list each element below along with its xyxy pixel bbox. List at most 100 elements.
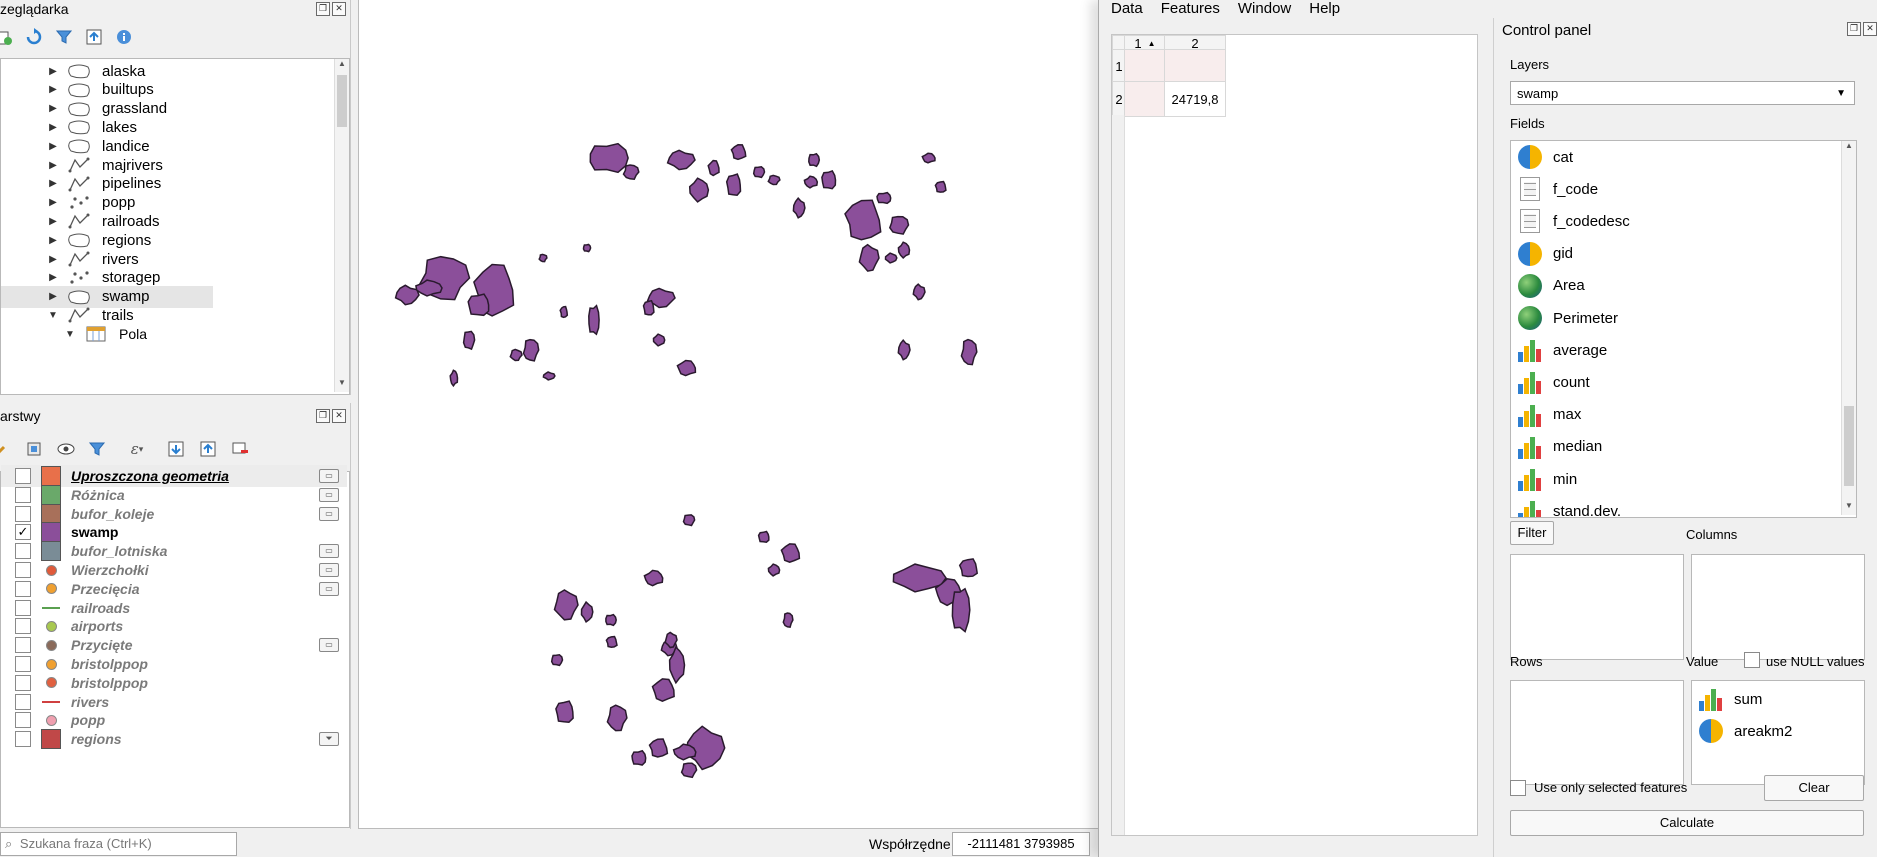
temporary-layer-indicator-icon[interactable]: ▭ [319,638,339,653]
browser-scrollbar[interactable]: ▲ ▼ [334,59,349,392]
filter-button[interactable]: Filter [1510,521,1554,545]
value-item[interactable]: sum [1692,683,1762,715]
collapsed-arrow-icon[interactable]: ▶ [46,254,60,265]
columns-drop-area[interactable] [1691,554,1865,660]
collapsed-arrow-icon[interactable]: ▶ [46,122,60,133]
collapse-all-icon[interactable] [198,439,218,459]
calculate-button[interactable]: Calculate [1510,810,1864,836]
collapsed-arrow-icon[interactable]: ▶ [46,272,60,283]
float-panel-button[interactable]: ❐ [1847,22,1861,36]
table-cell[interactable] [1124,81,1166,117]
collapsed-arrow-icon[interactable]: ▶ [46,197,60,208]
field-item[interactable]: cat [1511,141,1841,173]
refresh-icon[interactable] [24,27,44,47]
scroll-down-icon[interactable]: ▼ [335,378,349,392]
menu-features[interactable]: Features [1161,0,1220,18]
table-cell[interactable] [1164,49,1226,83]
remove-layer-icon[interactable] [230,439,250,459]
layer-visibility-checkbox[interactable] [15,674,31,691]
expanded-arrow-icon[interactable]: ▼ [63,329,77,340]
close-panel-button[interactable]: ✕ [1863,22,1877,36]
properties-info-icon[interactable] [114,27,134,47]
close-panel-button[interactable]: ✕ [332,409,346,423]
layer-visibility-checkbox[interactable] [15,486,31,503]
temporary-layer-indicator-icon[interactable]: ▭ [319,469,339,483]
collapsed-arrow-icon[interactable]: ▶ [46,160,60,171]
scroll-up-icon[interactable]: ▲ [335,59,349,73]
field-item[interactable]: median [1511,431,1841,463]
table-cell[interactable]: 24719,8 [1164,81,1226,117]
collapsed-arrow-icon[interactable]: ▶ [46,103,60,114]
scroll-up-icon[interactable]: ▲ [1842,141,1856,155]
field-item[interactable]: f_code [1511,173,1841,205]
layer-visibility-checkbox[interactable] [15,580,31,597]
scroll-thumb[interactable] [1844,406,1854,486]
temporary-layer-indicator-icon[interactable]: ▭ [319,581,339,596]
temporary-layer-indicator-icon[interactable]: ▭ [319,487,339,502]
field-item[interactable]: f_codedesc [1511,205,1841,237]
layer-visibility-checkbox[interactable] [15,618,31,635]
field-item[interactable]: count [1511,366,1841,398]
filter-legend-icon[interactable] [88,439,108,459]
use-null-checkbox[interactable] [1744,652,1760,668]
collapsed-arrow-icon[interactable]: ▶ [46,235,60,246]
menu-window[interactable]: Window [1238,0,1291,18]
layer-visibility-checkbox[interactable] [15,712,31,729]
collapsed-arrow-icon[interactable]: ▶ [46,84,60,95]
visibility-eye-icon[interactable] [56,439,76,459]
collapsed-arrow-icon[interactable]: ▶ [46,141,60,152]
layer-visibility-checkbox[interactable] [15,637,31,654]
menu-data[interactable]: Data [1111,0,1143,18]
locator-search-input[interactable]: ⌕ Szukana fraza (Ctrl+K) [0,832,237,856]
filter-drop-area[interactable] [1510,554,1684,660]
add-selected-layers-icon[interactable] [0,27,14,47]
add-group-icon[interactable] [24,439,44,459]
field-item[interactable]: Area [1511,270,1841,302]
field-item[interactable]: max [1511,399,1841,431]
filter-icon[interactable] [54,27,74,47]
value-item[interactable]: areakm2 [1692,715,1792,747]
layer-visibility-checkbox[interactable] [15,656,31,672]
browser-item-pola[interactable]: ▼ Pola [1,323,331,345]
temporary-layer-indicator-icon[interactable]: ▭ [319,563,339,577]
collapsed-arrow-icon[interactable]: ▶ [46,66,60,77]
map-canvas[interactable] [358,0,1099,829]
expanded-arrow-icon[interactable]: ▼ [46,310,60,321]
fields-scrollbar[interactable]: ▲ ▼ [1841,141,1856,515]
field-item[interactable]: min [1511,463,1841,495]
collapsed-arrow-icon[interactable]: ▶ [46,216,60,227]
menu-help[interactable]: Help [1309,0,1340,18]
layer-visibility-checkbox[interactable] [15,543,31,560]
collapse-all-icon[interactable] [84,27,104,47]
float-panel-button[interactable]: ❐ [316,409,330,423]
style-brush-icon[interactable] [0,439,12,459]
expand-all-icon[interactable] [166,439,186,459]
close-panel-button[interactable]: ✕ [332,2,346,16]
collapsed-arrow-icon[interactable]: ▶ [46,291,60,302]
value-drop-area[interactable]: sum areakm2 [1691,680,1865,785]
temporary-layer-indicator-icon[interactable]: ▭ [319,544,339,559]
collapsed-arrow-icon[interactable]: ▶ [46,178,60,189]
layer-visibility-checkbox[interactable] [15,505,31,522]
scroll-down-icon[interactable]: ▼ [1842,501,1856,515]
layer-visibility-checkbox[interactable] [15,693,31,710]
layer-visibility-checkbox[interactable] [15,599,31,616]
layer-visibility-checkbox[interactable] [15,468,31,484]
rows-drop-area[interactable] [1510,680,1684,785]
scroll-thumb[interactable] [337,75,347,127]
table-cell[interactable] [1124,49,1166,83]
field-item[interactable]: stand.dev. [1511,495,1841,517]
field-item[interactable]: Perimeter [1511,302,1841,334]
float-panel-button[interactable]: ❐ [316,2,330,16]
coordinates-field[interactable]: -2111481 3793985 [952,832,1090,856]
layer-visibility-checkbox[interactable]: ✓ [15,524,31,541]
field-item[interactable]: gid [1511,238,1841,270]
expression-filter-icon[interactable]: ε ▾ [120,439,154,459]
layer-visibility-checkbox[interactable] [15,731,31,748]
layer-row[interactable]: regions ⏷ [1,728,347,750]
layer-select[interactable]: swamp ▼ [1510,81,1855,105]
field-item[interactable]: average [1511,334,1841,366]
filter-indicator-icon[interactable]: ⏷ [319,732,339,747]
temporary-layer-indicator-icon[interactable]: ▭ [319,506,339,521]
selected-features-checkbox[interactable] [1510,780,1526,796]
